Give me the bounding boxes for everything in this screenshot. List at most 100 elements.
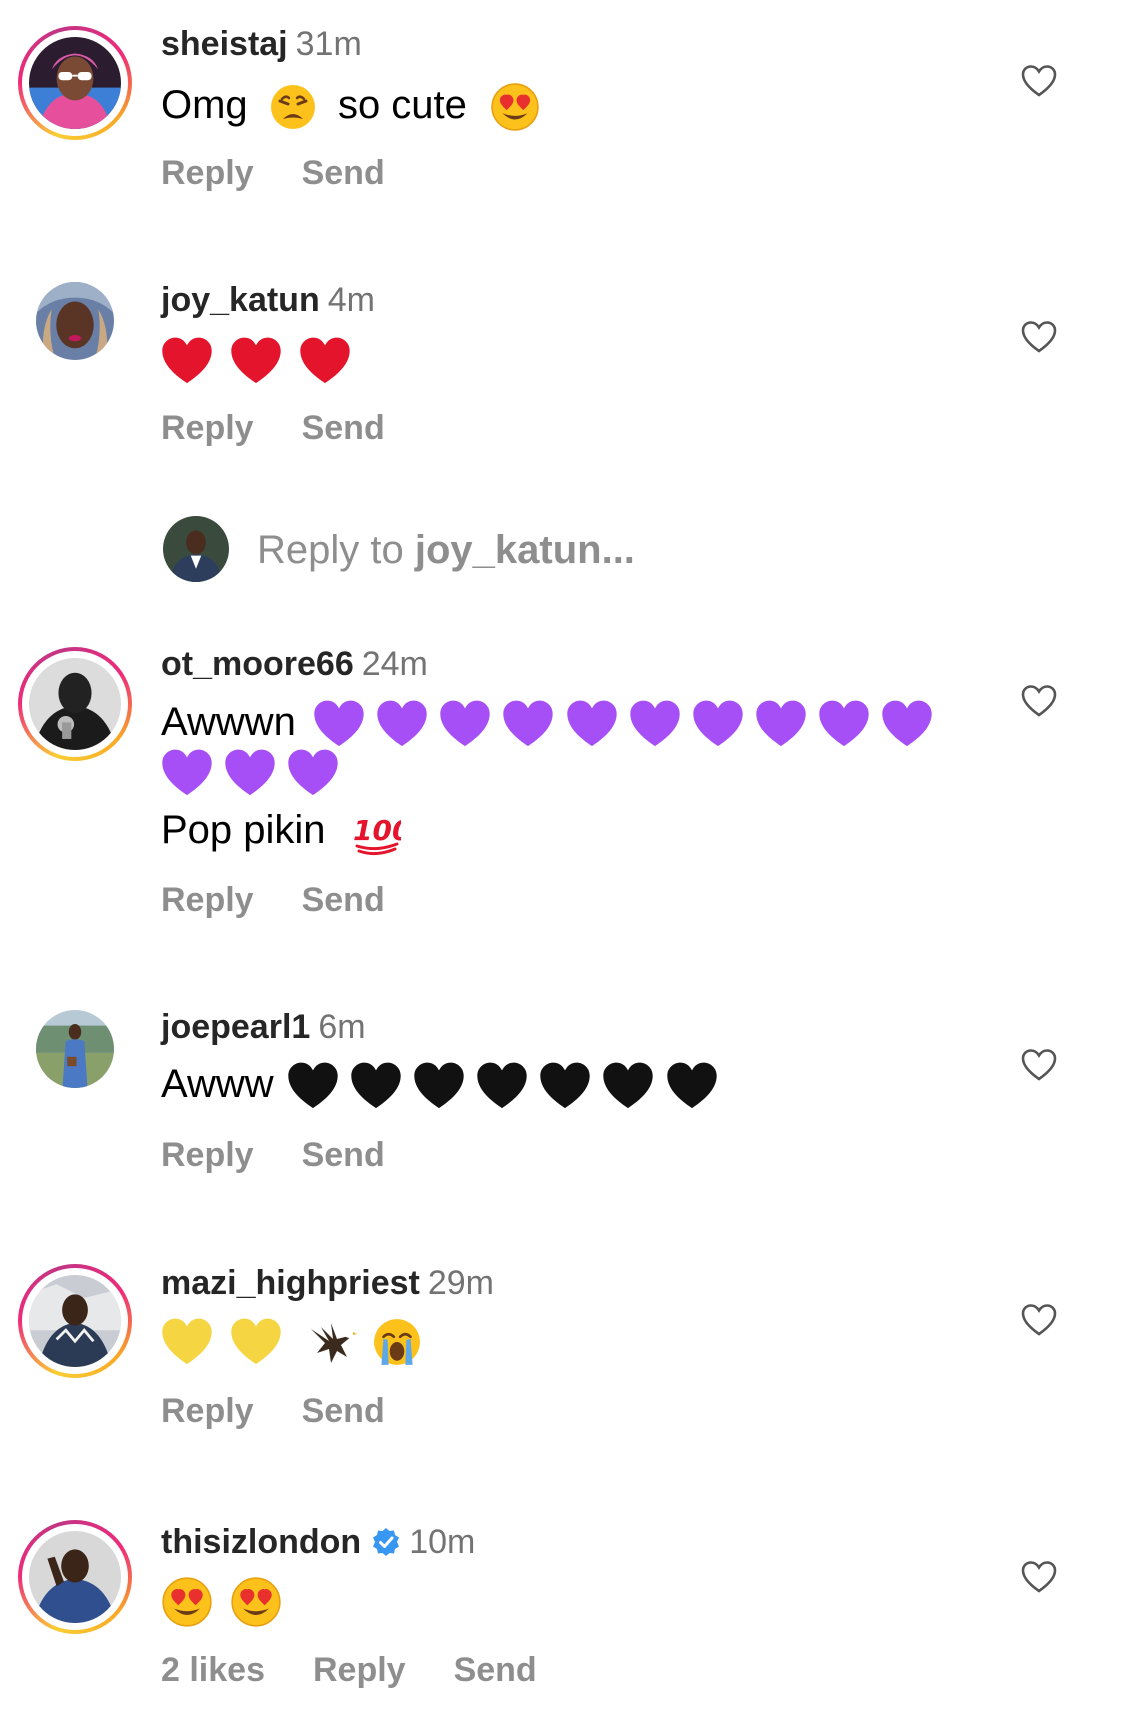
red-heart-emoji (300, 338, 350, 384)
reply-button[interactable]: Reply (161, 1136, 254, 1174)
purple-heart-emoji (162, 750, 212, 796)
timestamp: 10m (409, 1523, 476, 1561)
black-hearts (287, 1062, 718, 1109)
black-heart-emoji (351, 1063, 401, 1109)
weary-face-emoji (270, 85, 315, 130)
comment-header: joy_katun 4m (161, 280, 375, 320)
send-button[interactable]: Send (454, 1651, 537, 1689)
verified-badge-icon (373, 1528, 400, 1556)
like-heart-icon[interactable] (1021, 320, 1057, 354)
username[interactable]: sheistaj (161, 25, 288, 63)
likes-count[interactable]: 2 likes (161, 1651, 265, 1689)
comment-actions: Reply Send (161, 153, 433, 193)
comment-header: thisizlondon 10m (161, 1522, 475, 1562)
svg-text:100: 100 (353, 814, 401, 847)
reply-prefix: Reply to (257, 528, 415, 572)
avatar (36, 282, 114, 360)
reply-button[interactable]: Reply (161, 881, 254, 919)
purple-heart-emoji (693, 701, 743, 747)
comment-actions: Reply Send (161, 1135, 433, 1175)
like-heart-icon[interactable] (1021, 1048, 1057, 1082)
timestamp: 29m (427, 1264, 494, 1302)
purple-heart-emoji (288, 750, 338, 796)
comment-actions: Reply Send (161, 880, 433, 920)
purple-hearts (313, 700, 933, 747)
black-heart-emoji (540, 1063, 590, 1109)
avatar (29, 37, 121, 129)
crying-face-emoji (374, 1319, 421, 1366)
reply-input[interactable]: Reply to joy_katun... (257, 528, 635, 572)
like-heart-icon[interactable] (1021, 1303, 1057, 1337)
avatar (29, 658, 121, 750)
purple-heart-emoji (225, 750, 275, 796)
black-heart-emoji (666, 1063, 717, 1109)
timestamp: 24m (361, 645, 428, 683)
comment-text (161, 334, 351, 386)
heart-eyes-emoji (491, 83, 539, 132)
heart-eyes-emoji (162, 1577, 212, 1628)
purple-heart-emoji (756, 701, 806, 747)
comment-text (161, 1575, 282, 1628)
current-user-avatar (163, 516, 229, 582)
username[interactable]: joepearl1 (161, 1008, 310, 1046)
comment-text-part: Awwwn (161, 700, 296, 744)
timestamp: 6m (318, 1008, 366, 1046)
username[interactable]: mazi_highpriest (161, 1264, 420, 1302)
like-heart-icon[interactable] (1021, 684, 1057, 718)
send-button[interactable]: Send (302, 881, 385, 919)
purple-heart-emoji (819, 701, 869, 747)
purple-heart-emoji (314, 701, 364, 747)
send-button[interactable]: Send (302, 1392, 385, 1430)
comment-text-part: Awww (161, 1062, 274, 1106)
red-heart-emoji (162, 338, 212, 384)
eagle-emoji (311, 1323, 358, 1364)
avatar-story-ring[interactable] (18, 647, 132, 761)
yellow-heart-emoji (231, 1319, 281, 1365)
comment-actions: 2 likes Reply Send (161, 1650, 585, 1690)
reply-button[interactable]: Reply (313, 1651, 406, 1689)
comment-header: joepearl1 6m (161, 1007, 366, 1047)
heart-eyes-emoji (231, 1577, 281, 1628)
reply-button[interactable]: Reply (161, 1392, 254, 1430)
yellow-heart-emoji (162, 1319, 212, 1365)
avatar-wrapper[interactable] (18, 992, 132, 1106)
send-button[interactable]: Send (302, 154, 385, 192)
username[interactable]: thisizlondon (161, 1523, 361, 1561)
reply-button[interactable]: Reply (161, 154, 254, 192)
username[interactable]: joy_katun (161, 281, 320, 319)
like-heart-icon[interactable] (1021, 64, 1057, 98)
purple-heart-emoji (440, 701, 490, 747)
comment-text: Omg so cute (161, 80, 540, 132)
red-heart-emoji (231, 338, 281, 384)
like-heart-icon[interactable] (1021, 1560, 1057, 1594)
black-heart-emoji (414, 1063, 464, 1109)
comment-text-part: Omg (161, 83, 248, 127)
avatar-story-ring[interactable] (18, 1264, 132, 1378)
purple-heart-emoji (503, 701, 554, 747)
reply-button[interactable]: Reply (161, 409, 254, 447)
comment-text (161, 1315, 422, 1367)
avatar (29, 1275, 121, 1367)
purple-heart-emoji (566, 701, 617, 747)
send-button[interactable]: Send (302, 409, 385, 447)
comment-text-part: Pop pikin (161, 808, 326, 852)
comment-text: Awww (161, 1059, 718, 1111)
comment-text-line (161, 746, 339, 798)
comment-text-part: so cute (337, 83, 467, 127)
avatar-wrapper[interactable] (18, 264, 132, 378)
black-heart-emoji (477, 1063, 527, 1109)
avatar-story-ring[interactable] (18, 26, 132, 140)
avatar-story-ring[interactable] (18, 1520, 132, 1634)
avatar (29, 1531, 121, 1623)
username[interactable]: ot_moore66 (161, 645, 354, 683)
purple-heart-emoji (882, 701, 932, 747)
timestamp: 31m (295, 25, 362, 63)
comment-header: mazi_highpriest 29m (161, 1263, 494, 1303)
reply-input-bar[interactable]: Reply to joy_katun... (163, 516, 963, 582)
black-heart-emoji (288, 1063, 338, 1109)
comment-actions: Reply Send (161, 1391, 433, 1431)
avatar (36, 1010, 114, 1088)
comment-actions: Reply Send (161, 408, 433, 448)
reply-target: joy_katun... (414, 528, 635, 572)
send-button[interactable]: Send (302, 1136, 385, 1174)
